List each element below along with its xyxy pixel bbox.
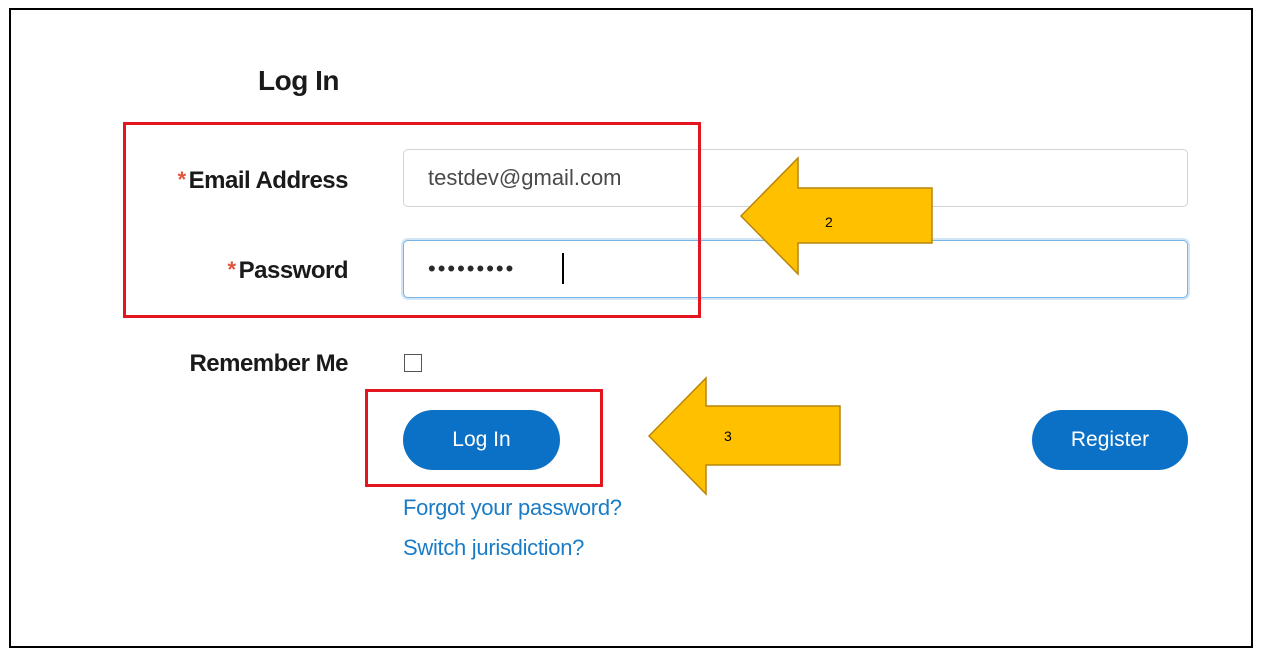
login-highlight-box xyxy=(365,389,603,487)
step-2-arrow-icon xyxy=(739,156,933,276)
register-button[interactable]: Register xyxy=(1032,410,1188,470)
step-2-label: 2 xyxy=(825,214,833,230)
step-3-arrow-icon xyxy=(647,376,841,496)
credentials-highlight-box xyxy=(123,122,701,318)
forgot-password-link[interactable]: Forgot your password? xyxy=(403,495,622,521)
remember-me-label: Remember Me xyxy=(189,350,348,377)
step-3-label: 3 xyxy=(724,428,732,444)
screenshot-frame xyxy=(9,8,1253,648)
remember-me-checkbox[interactable] xyxy=(404,354,422,372)
switch-jurisdiction-link[interactable]: Switch jurisdiction? xyxy=(403,535,584,561)
page-title: Log In xyxy=(258,65,339,96)
